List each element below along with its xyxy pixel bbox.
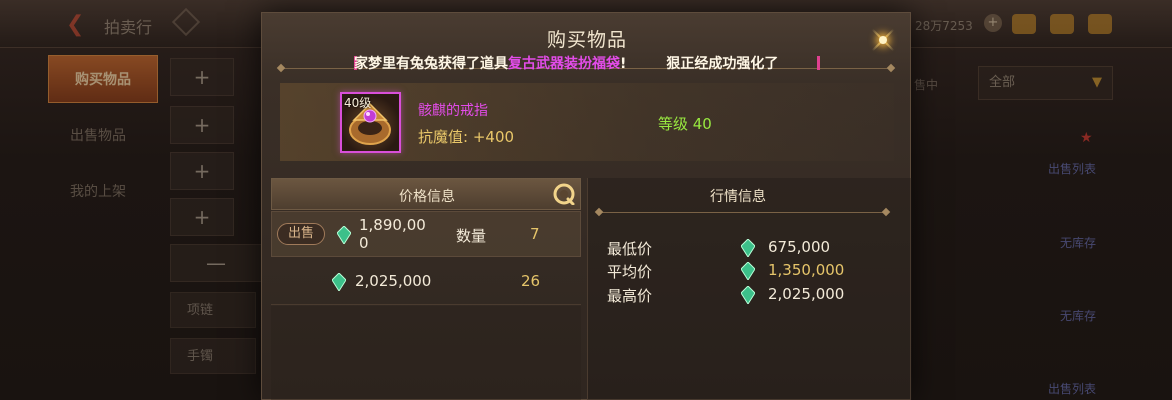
add-currency-button[interactable]: + bbox=[984, 14, 1002, 32]
broadcast-ticker: 家梦里有兔兔获得了道具复古武器装扮福袋! 狠正经成功强化了 bbox=[354, 56, 779, 72]
category-expand-button[interactable]: + bbox=[170, 198, 234, 236]
market-divider bbox=[598, 212, 886, 213]
item-info-row: 40级 骸麒的戒指 抗魔值: +400 等级 40 bbox=[280, 83, 894, 161]
average-price-label: 平均价 bbox=[607, 263, 653, 281]
jade-gem-icon bbox=[741, 262, 755, 280]
ticker-text: 家梦里有兔兔获得了道具 bbox=[354, 56, 508, 72]
listing-list-empty-area bbox=[271, 306, 581, 400]
item-icon[interactable]: 40级 bbox=[340, 92, 401, 153]
row-link[interactable]: 无库存 bbox=[1060, 307, 1096, 324]
ticker-text: 狠正经成功强化了 bbox=[666, 56, 779, 72]
item-required-level: 等级 40 bbox=[658, 115, 712, 133]
filter-value: 全部 bbox=[989, 75, 1016, 90]
jade-gem-icon bbox=[741, 239, 755, 257]
nav-sell-items[interactable]: 出售物品 bbox=[70, 125, 126, 145]
listing-quantity: 7 bbox=[530, 225, 540, 243]
row-link[interactable]: 出售列表 bbox=[1048, 160, 1096, 177]
chat-icon[interactable] bbox=[1088, 14, 1112, 34]
subcategory-necklace[interactable]: 项链 bbox=[170, 292, 256, 328]
listing-quantity: 26 bbox=[521, 272, 541, 290]
listing-row[interactable]: 出售 1,890,000 数量 7 bbox=[271, 211, 581, 257]
row-link[interactable]: 无库存 bbox=[1060, 234, 1096, 251]
back-arrow-icon[interactable]: ❮ bbox=[66, 12, 84, 37]
stat-label: 抗魔值: bbox=[418, 128, 469, 146]
nav-buy-items[interactable]: 购买物品 bbox=[48, 55, 158, 103]
market-info-panel: 行情信息 最低价 675,000 平均价 1,350,000 最高价 2,025… bbox=[587, 178, 912, 400]
jade-gem-icon bbox=[337, 226, 351, 244]
mail-icon[interactable] bbox=[1050, 14, 1074, 34]
dropdown-arrow-icon: ▼ bbox=[1092, 75, 1102, 90]
item-stat: 抗魔值: +400 bbox=[418, 126, 514, 147]
sell-badge: 出售 bbox=[277, 223, 325, 245]
refresh-icon[interactable] bbox=[553, 183, 575, 205]
quantity-label: 数量 bbox=[456, 227, 487, 245]
category-expand-button[interactable]: + bbox=[170, 58, 234, 96]
close-button[interactable] bbox=[866, 23, 900, 57]
status-label: 售中 bbox=[914, 78, 939, 92]
dialog-title: 购买物品 bbox=[546, 29, 627, 51]
market-info-title: 行情信息 bbox=[710, 189, 766, 205]
subcategory-bracelet[interactable]: 手镯 bbox=[170, 338, 256, 374]
star-icon: ★ bbox=[1080, 130, 1093, 146]
price-info-title: 价格信息 bbox=[399, 189, 455, 205]
highest-price-label: 最高价 bbox=[607, 287, 653, 305]
buy-item-dialog: 购买物品 家梦里有兔兔获得了道具复古武器装扮福袋! 狠正经成功强化了 40级 骸麒… bbox=[261, 12, 912, 400]
ticker-item-name: 复古武器装扮福袋 bbox=[508, 56, 620, 72]
stat-value: +400 bbox=[472, 128, 515, 146]
highest-price-value: 2,025,000 bbox=[768, 285, 845, 303]
item-name: 骸麒的戒指 bbox=[418, 103, 488, 119]
price-info-header: 价格信息 bbox=[271, 178, 581, 210]
currency-amount: 28万7253 bbox=[915, 19, 973, 33]
diamond-icon bbox=[171, 7, 201, 37]
row-link[interactable]: 出售列表 bbox=[1048, 380, 1096, 397]
left-nav: 购买物品 出售物品 我的上架 bbox=[48, 55, 160, 400]
screen-title: 拍卖行 bbox=[104, 18, 153, 37]
listing-row[interactable]: 2,025,000 26 bbox=[271, 259, 581, 305]
nav-my-listings[interactable]: 我的上架 bbox=[70, 181, 126, 201]
category-expand-button[interactable]: + bbox=[170, 106, 234, 144]
lowest-price-value: 675,000 bbox=[768, 238, 831, 256]
jade-gem-icon bbox=[741, 286, 755, 304]
treasure-icon[interactable] bbox=[1012, 14, 1036, 34]
listing-price: 2,025,000 bbox=[355, 272, 432, 290]
item-level-badge: 40级 bbox=[344, 96, 372, 110]
listing-price: 1,890,000 bbox=[359, 216, 426, 252]
category-expand-button[interactable]: + bbox=[170, 152, 234, 190]
filter-select[interactable]: 全部 ▼ bbox=[978, 66, 1113, 100]
lowest-price-label: 最低价 bbox=[607, 240, 653, 258]
jade-gem-icon bbox=[332, 273, 346, 291]
average-price-value: 1,350,000 bbox=[768, 261, 845, 279]
category-collapse-button[interactable]: — bbox=[170, 244, 262, 282]
